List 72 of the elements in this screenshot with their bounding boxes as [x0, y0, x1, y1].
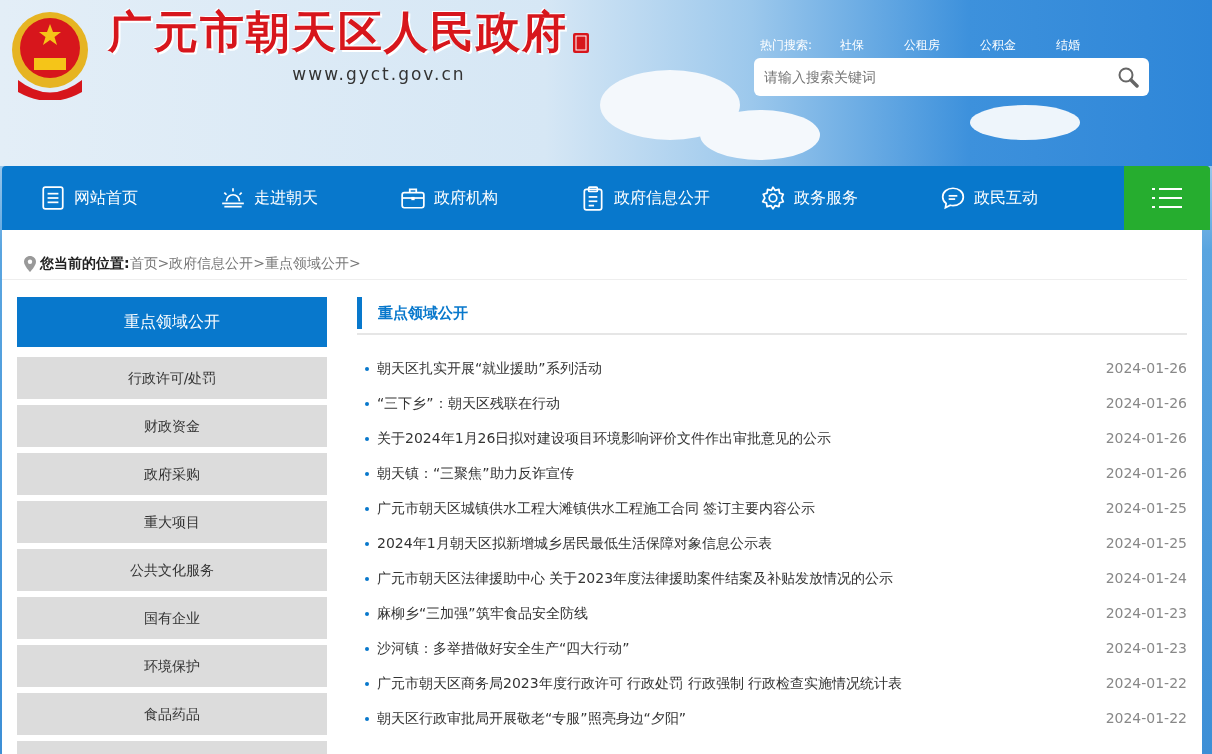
article-date: 2024-01-23 [1105, 604, 1187, 623]
bullet-icon [365, 366, 369, 371]
chat-bubble-icon[interactable] [940, 185, 966, 211]
breadcrumb-separator: > [253, 254, 266, 273]
bullet-icon [365, 471, 369, 476]
location-pin-icon [24, 255, 36, 272]
site-title: 广元市朝天区人民政府 [108, 10, 568, 54]
menu-icon[interactable] [1152, 187, 1182, 209]
hot-search-label: 热门搜索: [760, 37, 813, 54]
article-link[interactable]: 麻柳乡“三加强”筑牢食品安全防线 [377, 603, 1106, 624]
bullet-icon [365, 611, 369, 616]
breadcrumb-link[interactable]: 政府信息公开 [169, 253, 254, 274]
article-date: 2024-01-24 [1105, 569, 1187, 588]
bullet-icon [365, 576, 369, 581]
bullet-icon [365, 436, 369, 441]
sidebar-item[interactable]: 环境保护 [17, 645, 327, 687]
article-date: 2024-01-22 [1105, 674, 1187, 693]
sidebar-item[interactable]: 公共文化服务 [17, 549, 327, 591]
nav-link[interactable]: 政务服务 [794, 186, 858, 210]
article-link[interactable]: 朝天区扎实开展“就业援助”系列活动 [377, 358, 1106, 379]
search-field[interactable]: 请输入搜索关键词 [754, 58, 1149, 96]
breadcrumb-separator: > [157, 254, 170, 273]
article-date: 2024-01-26 [1105, 359, 1187, 378]
breadcrumb-link[interactable]: 重点领域公开 [265, 253, 350, 274]
bullet-icon [365, 646, 369, 651]
nav-link[interactable]: 走进朝天 [254, 186, 318, 210]
article-date: 2024-01-25 [1105, 534, 1187, 553]
article-date: 2024-01-26 [1105, 429, 1187, 448]
article-link[interactable]: 广元市朝天区城镇供水工程大滩镇供水工程施工合同 签订主要内容公示 [377, 498, 1106, 519]
briefcase-icon[interactable] [400, 185, 426, 211]
article-link[interactable]: 广元市朝天区商务局2023年度行政许可 行政处罚 行政强制 行政检查实施情况统计表 [377, 673, 1106, 694]
bullet-icon [365, 541, 369, 546]
gear-icon[interactable] [760, 185, 786, 211]
article-link[interactable]: 2024年1月朝天区拟新增城乡居民最低生活保障对象信息公示表 [377, 533, 1106, 554]
article-date: 2024-01-22 [1105, 709, 1187, 728]
bullet-icon [365, 716, 369, 721]
article-date: 2024-01-26 [1105, 394, 1187, 413]
sidebar-item[interactable]: 食品药品 [17, 693, 327, 735]
search-icon[interactable] [1117, 66, 1139, 88]
article-link[interactable]: 广元市朝天区法律援助中心 关于2023年度法律援助案件结案及补贴发放情况的公示 [377, 568, 1106, 589]
nav-link[interactable]: 网站首页 [74, 186, 138, 210]
bullet-icon [365, 401, 369, 406]
sunrise-icon[interactable] [220, 185, 246, 211]
sidebar-item[interactable]: 重大项目 [17, 501, 327, 543]
sidebar-item[interactable]: 财政资金 [17, 405, 327, 447]
article-link[interactable]: “三下乡”：朝天区残联在行动 [377, 393, 1106, 414]
bullet-icon [365, 506, 369, 511]
breadcrumb-separator: > [349, 254, 361, 273]
sidebar-item[interactable]: 行政许可/处罚 [17, 357, 327, 399]
sidebar-title: 重点领域公开 [17, 297, 327, 347]
nav-link[interactable]: 政府机构 [434, 186, 498, 210]
article-date: 2024-01-23 [1105, 639, 1187, 658]
article-link[interactable]: 朝天区行政审批局开展敬老“专服”照亮身边“夕阳” [377, 708, 1106, 729]
site-domain: www.gyct.gov.cn [292, 63, 466, 86]
article-date: 2024-01-26 [1105, 464, 1187, 483]
document-list-icon[interactable] [40, 185, 66, 211]
nav-link[interactable]: 政府信息公开 [614, 186, 710, 210]
breadcrumb-link[interactable]: 首页 [129, 253, 158, 274]
clipboard-icon[interactable] [580, 185, 606, 211]
section-title: 重点领域公开 [357, 297, 1187, 329]
bullet-icon [365, 681, 369, 686]
seal-icon [572, 32, 590, 54]
menu-button[interactable] [1124, 166, 1210, 230]
article-date: 2024-01-25 [1105, 499, 1187, 518]
hot-search-link[interactable]: 结婚 [1056, 36, 1081, 54]
article-link[interactable]: 朝天镇：“三聚焦”助力反诈宣传 [377, 463, 1106, 484]
nav-link[interactable]: 政民互动 [974, 186, 1038, 210]
article-link[interactable]: 关于2024年1月26日拟对建设项目环境影响评价文件作出审批意见的公示 [377, 428, 1106, 449]
breadcrumb-label: 您当前的位置: [40, 254, 130, 273]
sidebar-item[interactable]: 国有企业 [17, 597, 327, 639]
article-link[interactable]: 沙河镇：多举措做好安全生产“四大行动” [377, 638, 1106, 659]
sidebar-item[interactable]: 政府采购 [17, 453, 327, 495]
